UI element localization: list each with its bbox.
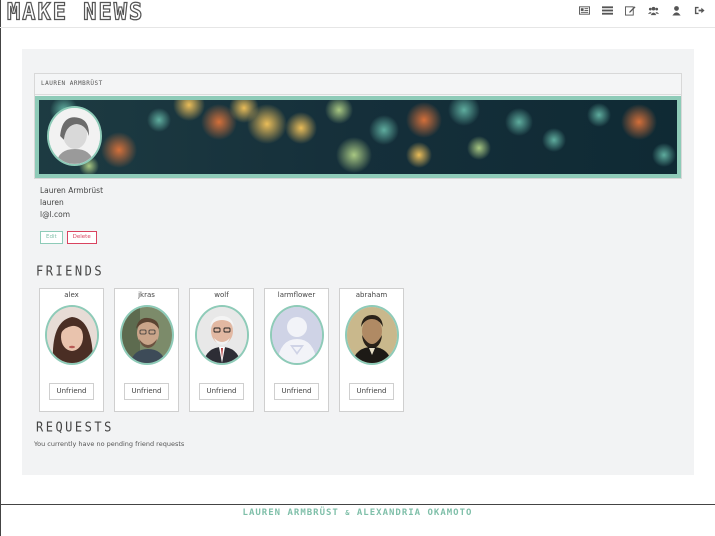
edit-button[interactable]: Edit bbox=[40, 231, 63, 244]
profile-avatar bbox=[47, 106, 102, 166]
unfriend-button[interactable]: Unfriend bbox=[199, 383, 244, 400]
profile-actions: Edit Delete bbox=[40, 231, 97, 244]
requests-heading: REQUESTS bbox=[36, 419, 114, 435]
friend-name[interactable]: abraham bbox=[340, 291, 403, 299]
friend-card: jkras Unfriend bbox=[114, 288, 179, 412]
friend-name[interactable]: wolf bbox=[190, 291, 253, 299]
news-feed-icon[interactable] bbox=[573, 3, 596, 17]
friend-avatar[interactable] bbox=[195, 305, 249, 365]
friend-avatar[interactable] bbox=[345, 305, 399, 365]
window-left-border bbox=[0, 0, 1, 536]
footer-divider bbox=[0, 504, 715, 505]
top-navbar: MAKE NEWS bbox=[0, 0, 715, 28]
profile-full-name: Lauren Armbrüst bbox=[40, 186, 104, 195]
unfriend-button[interactable]: Unfriend bbox=[274, 383, 319, 400]
friend-avatar[interactable] bbox=[270, 305, 324, 365]
profile-card: LAUREN ARMBRÜST bbox=[34, 73, 682, 179]
profile-info: Lauren Armbrüst lauren l@l.com bbox=[40, 185, 103, 221]
profile-panel: LAUREN ARMBRÜST Lauren Armbrüst lauren l… bbox=[22, 49, 694, 475]
sign-out-icon[interactable] bbox=[688, 3, 711, 17]
divider bbox=[35, 94, 681, 95]
requests-empty-text: You currently have no pending friend req… bbox=[34, 440, 185, 448]
footer-author-1: LAUREN ARMBRÜST bbox=[242, 508, 339, 518]
profile-email: l@l.com bbox=[40, 210, 71, 219]
friend-card: abraham Unfriend bbox=[339, 288, 404, 412]
friends-list: alex Unfriend jkras Unfriend wolf Unfrie… bbox=[39, 288, 404, 412]
brand-logo[interactable]: MAKE NEWS bbox=[6, 0, 144, 26]
footer-author-2: ALEXANDRIA OKAMOTO bbox=[356, 508, 473, 518]
unfriend-button[interactable]: Unfriend bbox=[349, 383, 394, 400]
friend-card: alex Unfriend bbox=[39, 288, 104, 412]
friend-name[interactable]: jkras bbox=[115, 291, 178, 299]
banner-image bbox=[39, 100, 677, 174]
delete-button[interactable]: Delete bbox=[66, 231, 97, 244]
edit-icon[interactable] bbox=[619, 3, 642, 17]
friend-avatar[interactable] bbox=[120, 305, 174, 365]
friend-card: wolf Unfriend bbox=[189, 288, 254, 412]
footer-ampersand: & bbox=[345, 509, 351, 517]
nav-icons bbox=[573, 3, 711, 17]
unfriend-button[interactable]: Unfriend bbox=[49, 383, 94, 400]
list-icon[interactable] bbox=[596, 3, 619, 17]
friend-name[interactable]: alex bbox=[40, 291, 103, 299]
friend-avatar[interactable] bbox=[45, 305, 99, 365]
profile-username: lauren bbox=[40, 198, 64, 207]
user-icon[interactable] bbox=[665, 3, 688, 17]
footer-credits: LAUREN ARMBRÜST & ALEXANDRIA OKAMOTO bbox=[0, 508, 715, 518]
unfriend-button[interactable]: Unfriend bbox=[124, 383, 169, 400]
friends-heading: FRIENDS bbox=[36, 263, 105, 279]
profile-banner bbox=[35, 96, 681, 178]
users-icon[interactable] bbox=[642, 3, 665, 17]
friend-card: larmflower Unfriend bbox=[264, 288, 329, 412]
profile-card-title: LAUREN ARMBRÜST bbox=[41, 80, 103, 87]
friend-name[interactable]: larmflower bbox=[265, 291, 328, 299]
